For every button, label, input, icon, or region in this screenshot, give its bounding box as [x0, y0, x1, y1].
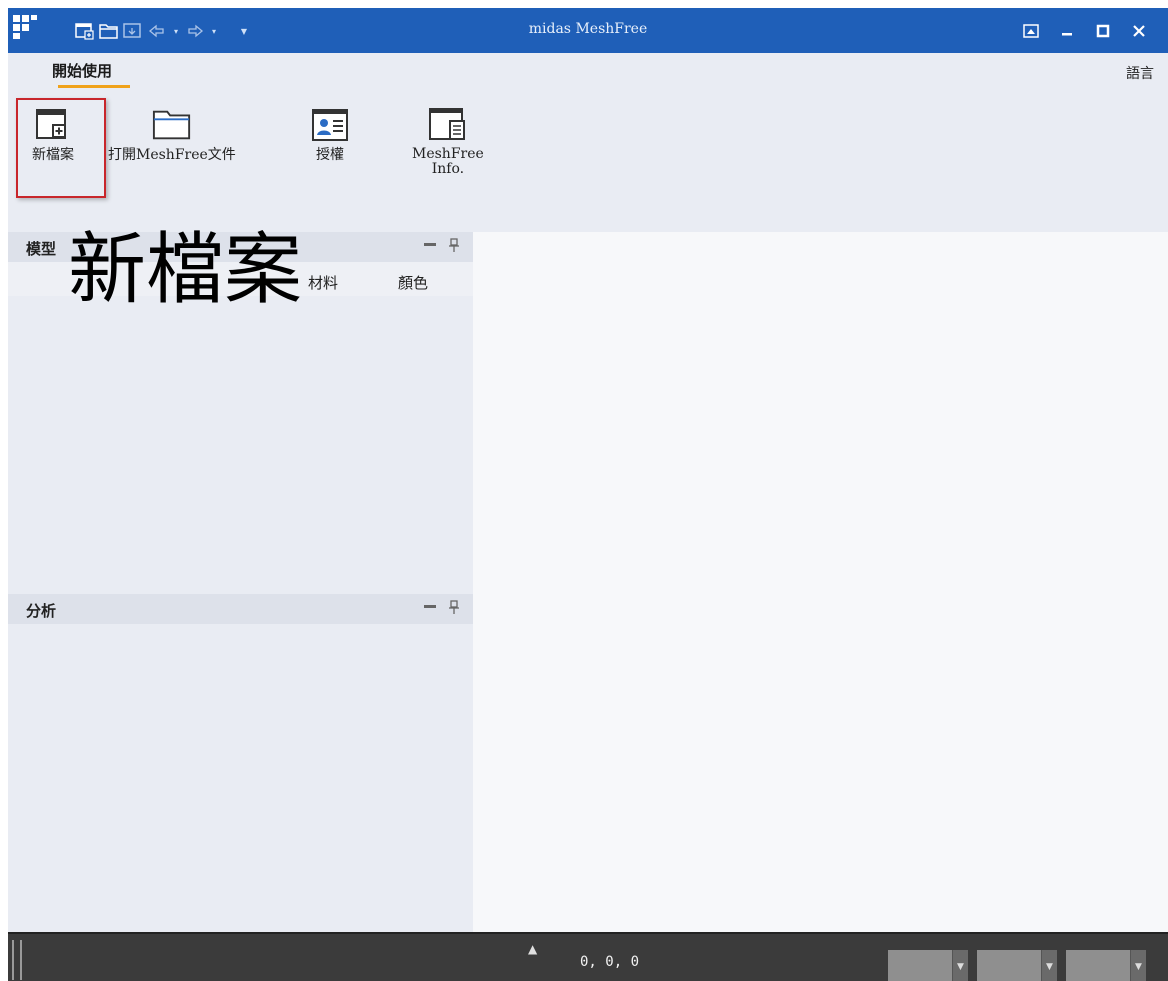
- chevron-down-icon: ▼: [952, 950, 968, 981]
- left-pane: 模型 材料 顏色 分析: [8, 232, 473, 932]
- panel-minimize-icon[interactable]: [423, 238, 437, 255]
- main-viewport[interactable]: [473, 232, 1168, 932]
- column-color[interactable]: 顏色: [398, 272, 428, 293]
- status-dropdown-1[interactable]: ▼: [888, 950, 968, 981]
- ribbon: 開始使用 語言 新檔案 打開MeshFree文件 授權 MeshFree Inf…: [8, 53, 1168, 232]
- restore-layout-icon[interactable]: [1020, 20, 1042, 42]
- status-dropdown-3[interactable]: ▼: [1066, 950, 1146, 981]
- window-title: midas MeshFree: [528, 21, 648, 37]
- meshfree-info-label: MeshFree Info.: [412, 146, 484, 177]
- license-button[interactable]: 授權: [310, 103, 350, 163]
- chevron-down-icon: ▼: [1041, 950, 1057, 981]
- highlight-new-file: [16, 98, 106, 198]
- close-icon[interactable]: [1128, 20, 1150, 42]
- license-label: 授權: [316, 147, 344, 163]
- pin-icon[interactable]: [449, 600, 459, 617]
- language-button[interactable]: 語言: [1126, 63, 1154, 83]
- tab-start[interactable]: 開始使用: [52, 60, 112, 81]
- panel-minimize-icon[interactable]: [423, 600, 437, 617]
- active-tab-indicator: [58, 85, 130, 88]
- analysis-panel-title: 分析: [26, 602, 57, 620]
- analysis-panel-header: 分析: [8, 594, 473, 624]
- expand-up-icon[interactable]: ▲: [528, 942, 537, 956]
- meshfree-info-button[interactable]: MeshFree Info.: [412, 103, 484, 177]
- open-meshfree-file-button[interactable]: 打開MeshFree文件: [108, 103, 236, 163]
- model-panel-title: 模型: [26, 240, 57, 258]
- status-bar: ▲ 0, 0, 0 ▼ ▼ ▼: [8, 932, 1168, 981]
- info-document-icon: [428, 103, 468, 147]
- window-controls: [1020, 20, 1150, 42]
- pin-icon[interactable]: [449, 238, 459, 255]
- overlay-caption: 新檔案: [68, 225, 303, 315]
- status-dropdown-2[interactable]: ▼: [977, 950, 1057, 981]
- open-meshfree-file-label: 打開MeshFree文件: [108, 147, 236, 163]
- column-material[interactable]: 材料: [308, 272, 338, 293]
- chevron-down-icon: ▼: [1130, 950, 1146, 981]
- minimize-icon[interactable]: [1056, 20, 1078, 42]
- maximize-icon[interactable]: [1092, 20, 1114, 42]
- license-icon: [310, 103, 350, 147]
- title-bar: ▾ ▾ ▼ midas MeshFree: [8, 8, 1168, 53]
- coordinate-readout: 0, 0, 0: [580, 954, 640, 970]
- resize-grip[interactable]: [12, 940, 22, 980]
- open-folder-icon: [152, 103, 192, 147]
